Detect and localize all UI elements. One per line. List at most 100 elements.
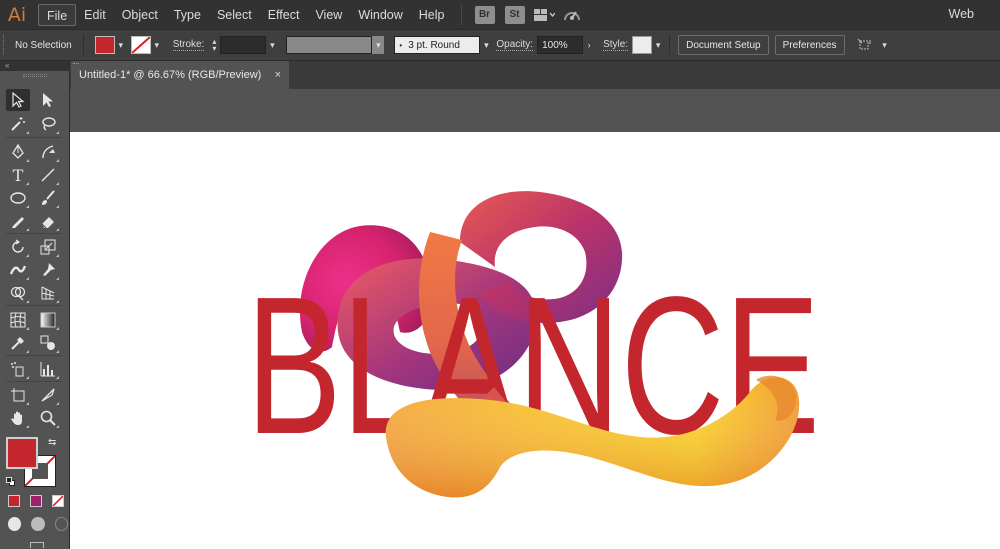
swap-fill-stroke-icon[interactable]: ⇆: [48, 437, 56, 448]
type-tool-icon[interactable]: T: [6, 164, 30, 186]
chevron-down-icon[interactable]: ▾: [480, 36, 492, 54]
artboard[interactable]: BLANCE: [70, 132, 1000, 549]
toolbar-divider: [6, 355, 62, 356]
arrange-documents-icon[interactable]: [533, 5, 555, 25]
ellipse-tool-icon[interactable]: [6, 187, 30, 209]
bridge-icon[interactable]: Br: [474, 5, 495, 24]
tools-panel: T ⇆: [0, 71, 70, 549]
separator: [82, 35, 84, 55]
tab-grip: [73, 63, 79, 69]
document-title: Untitled-1* @ 66.67% (RGB/Preview): [79, 69, 262, 81]
menu-bar: Ai File Edit Object Type Select Effect V…: [0, 0, 1000, 29]
pen-tool-icon[interactable]: [6, 141, 30, 163]
style-label: Style:: [603, 39, 629, 51]
eyedropper-tool-icon[interactable]: [6, 332, 30, 354]
menu-file[interactable]: File: [38, 3, 77, 26]
fill-stroke-widget: ⇆: [6, 437, 62, 491]
selection-tool-icon[interactable]: [6, 89, 30, 111]
stroke-label[interactable]: Stroke:: [172, 39, 205, 51]
chevron-down-icon[interactable]: ▾: [652, 36, 664, 54]
mesh-tool-icon[interactable]: [6, 309, 30, 331]
chevron-down-icon[interactable]: ▾: [115, 36, 127, 54]
column-graph-tool-icon[interactable]: [36, 358, 60, 380]
lasso-tool-icon[interactable]: [36, 113, 60, 135]
curvature-tool-icon[interactable]: [36, 141, 60, 163]
perspective-grid-tool-icon[interactable]: [36, 282, 60, 304]
selection-status: No Selection: [15, 39, 72, 51]
opacity-input[interactable]: 100%: [537, 36, 584, 54]
zoom-tool-icon[interactable]: [36, 407, 60, 429]
draw-normal-icon[interactable]: [8, 517, 22, 531]
line-segment-tool-icon[interactable]: [36, 164, 60, 186]
control-bar-grip[interactable]: [3, 35, 9, 55]
draw-inside-icon[interactable]: [54, 517, 68, 531]
menu-effect[interactable]: Effect: [260, 4, 308, 26]
artboard-tool-icon[interactable]: [6, 384, 30, 406]
chevron-down-icon[interactable]: ▾: [151, 36, 163, 54]
app-logo: Ai: [7, 3, 27, 26]
menu-type[interactable]: Type: [166, 4, 209, 26]
gradient-tool-icon[interactable]: [36, 309, 60, 331]
workspace-switcher[interactable]: Web: [949, 0, 974, 29]
brush-value: 3 pt. Round: [408, 39, 460, 51]
menu-edit[interactable]: Edit: [76, 4, 114, 26]
slice-tool-icon[interactable]: [36, 384, 60, 406]
chevron-right-icon[interactable]: ›: [583, 36, 595, 54]
symbol-sprayer-tool-icon[interactable]: [6, 358, 30, 380]
document-tab[interactable]: Untitled-1* @ 66.67% (RGB/Preview) ×: [71, 61, 289, 89]
opacity-label[interactable]: Opacity:: [496, 39, 534, 51]
illustrator-window: Ai File Edit Object Type Select Effect V…: [0, 0, 1000, 549]
stroke-weight-input[interactable]: [220, 36, 267, 54]
width-tool-icon[interactable]: [6, 259, 30, 281]
brush-definition[interactable]: • 3 pt. Round: [394, 36, 481, 54]
default-fill-stroke-icon[interactable]: [6, 477, 16, 487]
menu-window[interactable]: Window: [350, 4, 410, 26]
toolbar-collapse[interactable]: «: [0, 61, 70, 71]
rotate-tool-icon[interactable]: [6, 236, 30, 258]
fill-color-swatch[interactable]: [94, 36, 115, 54]
arrange-icon[interactable]: [854, 35, 876, 55]
scale-tool-icon[interactable]: [36, 236, 60, 258]
toolbar-divider: [6, 305, 62, 306]
chevron-down-icon[interactable]: ▾: [266, 36, 278, 54]
artwork[interactable]: BLANCE: [70, 132, 1000, 549]
color-mode-swatch[interactable]: [8, 495, 20, 507]
toolbar-divider: [6, 137, 62, 138]
draw-behind-icon[interactable]: [31, 517, 45, 531]
screen-mode-icon[interactable]: [30, 542, 44, 548]
menu-separator: [460, 4, 462, 25]
shape-builder-tool-icon[interactable]: [6, 282, 30, 304]
toolbar-divider: [6, 381, 62, 382]
chevron-down-icon[interactable]: ▾: [372, 36, 385, 54]
direct-selection-tool-icon[interactable]: [36, 89, 60, 111]
gpu-performance-icon[interactable]: [561, 5, 583, 25]
paintbrush-tool-icon[interactable]: [36, 187, 60, 209]
menu-view[interactable]: View: [307, 4, 350, 26]
preferences-button[interactable]: Preferences: [774, 35, 845, 55]
none-mode-swatch[interactable]: [52, 495, 64, 507]
menu-help[interactable]: Help: [411, 4, 453, 26]
blend-tool-icon[interactable]: [36, 332, 60, 354]
graphic-style-swatch[interactable]: [632, 36, 653, 54]
menu-object[interactable]: Object: [114, 4, 166, 26]
control-bar: No Selection ▾ ▾ Stroke: ▴ ▾ ▾ ▾ • 3 pt. R…: [0, 29, 1000, 61]
pencil-tool-icon[interactable]: [6, 210, 30, 232]
close-icon[interactable]: ×: [275, 69, 281, 81]
document-tab-bar: Untitled-1* @ 66.67% (RGB/Preview) ×: [70, 61, 1000, 89]
menu-select[interactable]: Select: [209, 4, 260, 26]
hand-tool-icon[interactable]: [6, 407, 30, 429]
eraser-tool-icon[interactable]: [36, 210, 60, 232]
gradient-mode-swatch[interactable]: [30, 495, 42, 507]
stroke-weight-stepper[interactable]: ▴ ▾: [208, 36, 220, 54]
chevron-down-icon[interactable]: ▾: [879, 36, 891, 54]
variable-width-profile[interactable]: [286, 36, 373, 54]
stock-icon[interactable]: St: [504, 5, 525, 24]
toolbar-divider: [6, 233, 62, 234]
document-setup-button[interactable]: Document Setup: [678, 35, 769, 55]
puppet-warp-tool-icon[interactable]: [36, 259, 60, 281]
magic-wand-icon[interactable]: [6, 113, 30, 135]
toolbar-grip[interactable]: [22, 74, 47, 77]
stroke-color-swatch[interactable]: [130, 36, 151, 54]
fill-swatch[interactable]: [6, 437, 38, 469]
separator: [669, 35, 671, 55]
